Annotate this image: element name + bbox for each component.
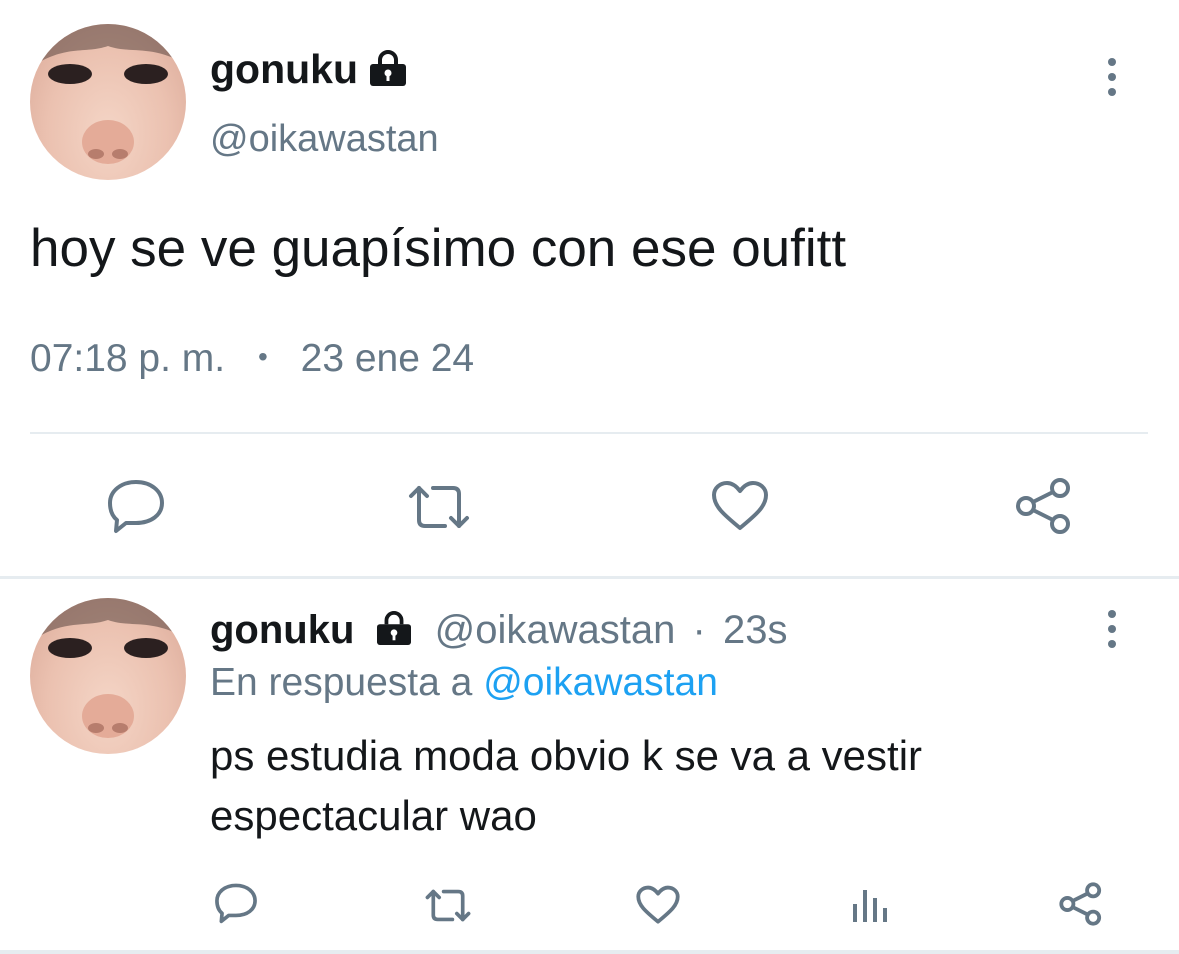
reply-header: gonuku @oikawastan · 23s: [210, 606, 787, 654]
reply-icon[interactable]: [214, 882, 258, 924]
analytics-icon[interactable]: [850, 886, 890, 924]
avatar[interactable]: [30, 24, 186, 180]
divider: [0, 950, 1179, 954]
display-name[interactable]: gonuku: [210, 608, 354, 652]
reply-text-line-1: ps estudia moda obvio k se va a vestir: [210, 732, 923, 779]
tweet-date: 23 ene 24: [300, 337, 475, 380]
reply-text-line-2: espectacular wao: [210, 792, 537, 839]
display-name[interactable]: gonuku: [210, 44, 358, 94]
tweet-timestamp: 07:18 p. m. • 23 ene 24: [30, 336, 474, 385]
handle[interactable]: @oikawastan: [435, 608, 676, 652]
tweet-time: 07:18 p. m.: [30, 337, 226, 380]
reply-icon[interactable]: [106, 478, 166, 534]
more-options-icon[interactable]: [1108, 58, 1116, 96]
separator: ·: [692, 608, 706, 652]
lock-icon: [374, 611, 414, 645]
retweet-icon[interactable]: [405, 482, 473, 532]
like-icon[interactable]: [636, 885, 680, 925]
reply-mention-link[interactable]: @oikawastan: [483, 661, 718, 704]
retweet-icon[interactable]: [423, 887, 473, 924]
tweet-text: hoy se ve guapísimo con ese oufitt: [30, 219, 847, 278]
divider: [30, 432, 1148, 434]
handle[interactable]: @oikawastan: [210, 116, 439, 162]
more-options-icon[interactable]: [1108, 610, 1116, 648]
tweet-age: 23s: [722, 608, 788, 652]
share-icon[interactable]: [1058, 882, 1104, 926]
avatar[interactable]: [30, 598, 186, 754]
divider: [0, 576, 1179, 579]
reply-context: En respuesta a @oikawastan: [210, 660, 718, 706]
reply-prefix: En respuesta a: [210, 661, 473, 704]
lock-icon: [368, 50, 408, 86]
separator: •: [257, 341, 268, 372]
share-icon[interactable]: [1014, 477, 1074, 535]
like-icon[interactable]: [711, 480, 769, 532]
